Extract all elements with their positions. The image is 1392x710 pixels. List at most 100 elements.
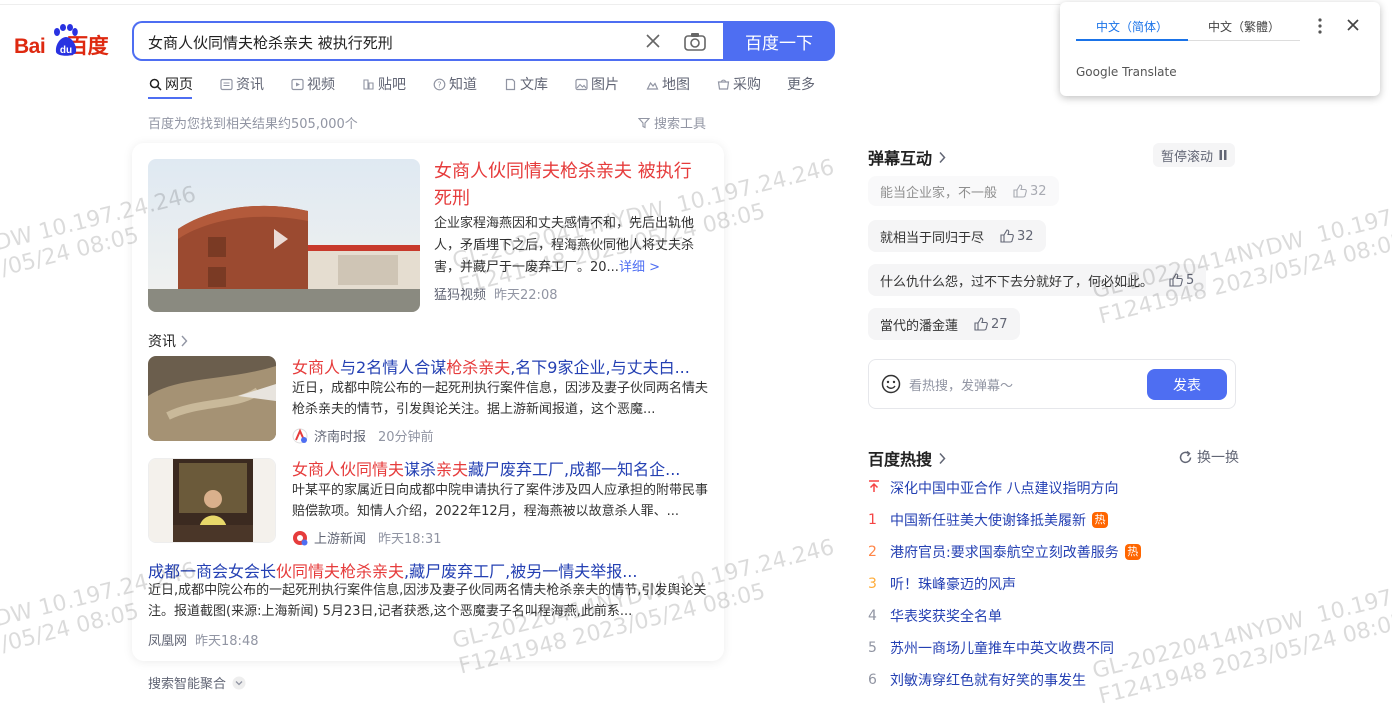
hot-item[interactable]: 2 港府官员:要求国泰航空立刻改善服务 热 (868, 542, 1141, 562)
hot-badge: 热 (1124, 544, 1141, 560)
chevron-right-icon (939, 151, 946, 163)
question-icon: ? (432, 77, 446, 91)
search-input[interactable]: 女商人伙同情夫枪杀亲夫 被执行死刑 (148, 32, 393, 53)
pause-scroll-button[interactable]: 暂停滚动 (1153, 143, 1236, 167)
map-icon (645, 77, 659, 91)
thumbs-up-icon (1000, 229, 1014, 243)
tab-zhidao[interactable]: ? 知道 (432, 74, 477, 94)
refresh-icon (1179, 450, 1192, 463)
logo-text-bai: Bai (14, 35, 46, 58)
upstream-news-icon (293, 530, 308, 545)
danmu-item: 什么仇什么怨，过不下去分就好了，何必如此。 5 (868, 264, 1207, 296)
google-translate-brand: Google Translate (1076, 65, 1177, 79)
thumbs-up-icon (1169, 273, 1183, 287)
hot-item[interactable]: 深化中国中亚合作 八点建议指明方向 (868, 478, 1118, 498)
baidu-logo[interactable]: Bai 百度 du (14, 24, 118, 60)
refresh-button[interactable]: 换一换 (1178, 447, 1239, 467)
like-button[interactable]: 32 (1013, 184, 1047, 199)
top-result-desc: 企业家程海燕因和丈夫感情不和，先后出轨他人，矛盾埋下之后，程海燕伙同他人将丈夫杀… (434, 216, 695, 275)
pin-top-icon (868, 479, 890, 497)
tab-video[interactable]: 视频 (290, 74, 335, 94)
close-icon[interactable] (1344, 16, 1362, 34)
pause-icon (1219, 150, 1227, 160)
sub-result-desc: 近日,成都中院公布的一起死刑执行案件信息,因涉及妻子伙同两名情夫枪杀亲夫的情节,… (148, 583, 707, 619)
danmu-input-box[interactable]: 看热搜，发弹幕～ 发表 (868, 359, 1236, 409)
search-tabs: 网页 资讯 视频 贴吧 ? 知道 文库 图片 地图 采购 更多 (148, 74, 841, 94)
lang-simplified-tab[interactable]: 中文（简体） (1096, 18, 1168, 35)
news-source: 上游新闻 昨天18:31 (292, 528, 441, 547)
news-icon (219, 77, 233, 91)
danmu-item: 能当企业家，不一般 32 (868, 176, 1059, 206)
search-button[interactable]: 百度一下 (723, 21, 835, 61)
news-desc: 叶某平的家属近日向成都中院申请执行了案件涉及四人应承担的附带民事赔偿款项。知情人… (292, 483, 709, 519)
watermark: GL-20220414NYDW 10.197.24.246F1241948 20… (1090, 185, 1392, 330)
hot-item[interactable]: 6 刘敏涛穿红色就有好笑的事发生 (868, 670, 1086, 690)
hot-badge: 热 (1092, 512, 1108, 528)
news-thumbnail[interactable] (148, 458, 276, 543)
top-divider (0, 4, 1060, 5)
like-button[interactable]: 5 (1169, 273, 1194, 288)
camera-icon[interactable] (682, 29, 708, 55)
more-vert-icon[interactable] (1312, 16, 1328, 36)
hot-item[interactable]: 3 听！珠峰豪迈的风声 (868, 574, 1016, 594)
danmu-item: 當代的潘金蓮 27 (868, 308, 1020, 340)
document-icon (503, 77, 517, 91)
clear-icon[interactable] (640, 28, 666, 54)
tab-news[interactable]: 资讯 (219, 74, 264, 94)
tab-purchase[interactable]: 采购 (716, 74, 761, 94)
video-thumbnail[interactable] (148, 159, 420, 312)
hot-item[interactable]: 5 苏州一商场儿童推车中英文收费不同 (868, 638, 1114, 658)
tab-tieba[interactable]: 贴吧 (361, 74, 406, 94)
svg-text:?: ? (437, 80, 441, 89)
tieba-icon (361, 77, 375, 91)
chevron-right-icon (939, 452, 946, 464)
cart-icon (716, 77, 730, 91)
search-icon (148, 77, 162, 91)
tab-map[interactable]: 地图 (645, 74, 690, 94)
hot-item[interactable]: 4 华表奖获奖全名单 (868, 606, 1002, 626)
tab-webpage[interactable]: 网页 (148, 74, 193, 94)
danmu-item: 就相当于同归于尽 32 (868, 220, 1046, 252)
thumbs-up-icon (1013, 184, 1027, 198)
news-section-label[interactable]: 资讯 (148, 331, 188, 351)
tab-more[interactable]: 更多 (787, 74, 815, 94)
translate-popup: 中文（简体） 中文（繁體） Google Translate (1060, 2, 1380, 96)
watermark: GL-20220414NYDW 10.197.24.246F1241948 20… (1090, 565, 1392, 710)
active-tab-indicator (148, 97, 192, 99)
image-icon (574, 77, 588, 91)
sub-result-title[interactable]: 成都一商会女会长伙同情夫枪杀亲夫,藏尸废弃工厂,被另一情夫举报... (148, 558, 637, 582)
search-box[interactable]: 女商人伙同情夫枪杀亲夫 被执行死刑 (132, 21, 724, 61)
more-link[interactable]: 详细 > (619, 260, 660, 275)
like-button[interactable]: 27 (974, 317, 1008, 332)
search-tools-button[interactable]: 搜索工具 (638, 113, 706, 132)
tab-divider (1188, 40, 1300, 41)
send-button[interactable]: 发表 (1147, 369, 1227, 400)
news-thumbnail[interactable] (148, 356, 276, 441)
chevron-right-icon (181, 335, 188, 347)
lang-traditional-tab[interactable]: 中文（繁體） (1208, 18, 1280, 35)
like-button[interactable]: 32 (1000, 229, 1034, 244)
video-icon (290, 77, 304, 91)
news-title[interactable]: 女商人与2名情人合谋枪杀亲夫,名下9家企业,与丈夫白... (292, 354, 690, 378)
filter-icon (638, 117, 650, 128)
top-result-source: 猛犸视频 昨天22:08 (434, 288, 558, 303)
emoji-icon[interactable] (881, 374, 901, 394)
thumbs-up-icon (974, 317, 988, 331)
jinan-times-icon (292, 428, 308, 443)
news-title[interactable]: 女商人伙同情夫谋杀亲夫藏尸废弃工厂,成都一知名企... (292, 456, 680, 480)
news-source: 济南时报 20分钟前 (292, 426, 434, 445)
top-result-title[interactable]: 女商人伙同情夫枪杀亲夫 被执行死刑 (434, 158, 706, 212)
tab-wenku[interactable]: 文库 (503, 74, 548, 94)
danmu-title[interactable]: 弹幕互动 (868, 145, 946, 169)
active-lang-indicator (1076, 39, 1188, 41)
paw-icon: du (54, 24, 78, 56)
svg-text:du: du (60, 45, 72, 56)
news-desc: 近日，成都中院公布的一起死刑执行案件信息，因涉及妻子伙同两名情夫枪杀亲夫的情节，… (292, 381, 709, 417)
smart-aggregation[interactable]: 搜索智能聚合 (148, 673, 246, 692)
chevron-down-icon (232, 676, 246, 689)
hot-item[interactable]: 1 中国新任驻美大使谢锋抵美履新 热 (868, 510, 1108, 530)
hot-search-title[interactable]: 百度热搜 (868, 446, 946, 470)
danmu-input[interactable]: 看热搜，发弹幕～ (909, 375, 1013, 394)
tab-images[interactable]: 图片 (574, 74, 619, 94)
result-count: 百度为您找到相关结果约505,000个 (148, 117, 358, 132)
